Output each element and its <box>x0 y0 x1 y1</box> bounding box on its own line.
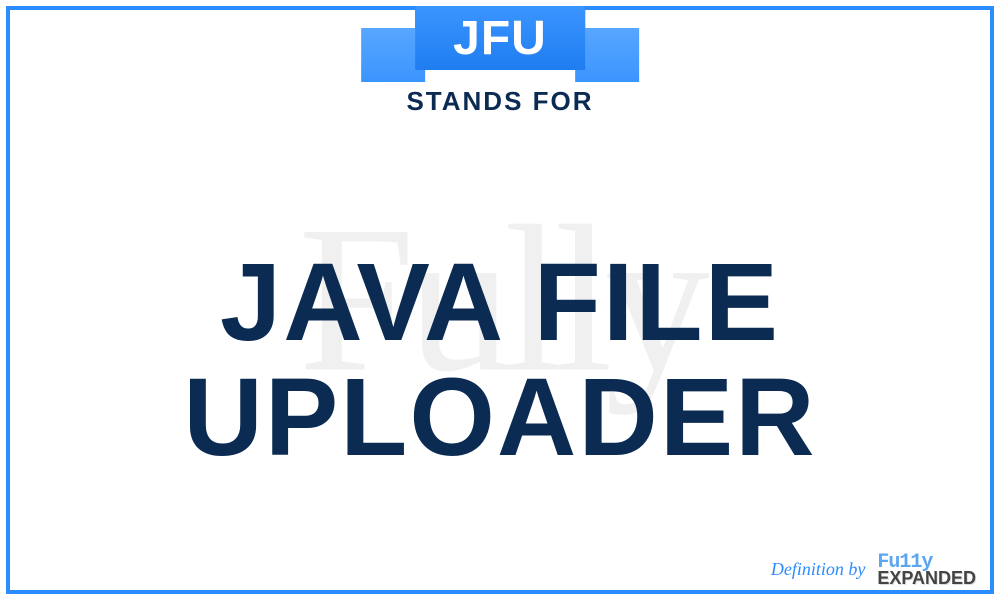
definition-block: JAVA FILE UPLOADER <box>60 200 940 520</box>
ribbon-banner: JFU <box>361 6 639 82</box>
definition-text: JAVA FILE UPLOADER <box>60 245 940 476</box>
stands-for-label: STANDS FOR <box>0 86 1000 117</box>
brand-bottom-text: EXPANDED <box>877 571 976 586</box>
ribbon-center: JFU <box>415 6 585 70</box>
acronym-text: JFU <box>453 11 547 66</box>
definition-by-label: Definition by <box>771 559 865 580</box>
footer-attribution: Definition by Fu11y EXPANDED <box>771 554 976 586</box>
brand-logo: Fu11y EXPANDED <box>877 554 976 586</box>
